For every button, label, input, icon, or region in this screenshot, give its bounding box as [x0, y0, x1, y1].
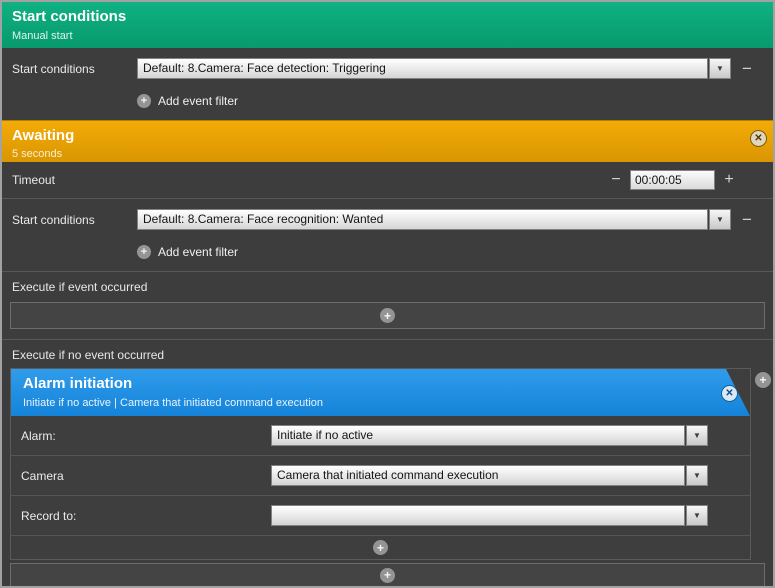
plus-glyph: + — [377, 542, 384, 554]
awaiting-condition-row: Start conditions Default: 8.Camera: Face… — [2, 199, 773, 240]
execute-if-event-label: Execute if event occurred — [2, 271, 773, 300]
add-icon[interactable]: + — [137, 94, 151, 108]
timeout-decrease-button[interactable]: − — [608, 171, 624, 189]
remove-event-filter-button[interactable]: − — [731, 59, 763, 79]
record-to-value — [271, 505, 685, 526]
chevron-down-icon[interactable]: ▼ — [686, 465, 708, 486]
start-conditions-title: Start conditions — [12, 8, 763, 25]
add-event-filter-link[interactable]: Add event filter — [158, 245, 238, 259]
start-condition-row: Start conditions Default: 8.Camera: Face… — [2, 48, 773, 89]
close-icon[interactable]: ✕ — [721, 385, 738, 402]
alarm-initiation-title: Alarm initiation — [23, 375, 740, 392]
chevron-down-icon[interactable]: ▼ — [686, 505, 708, 526]
chevron-down-icon[interactable]: ▼ — [686, 425, 708, 446]
macro-editor-window: Start conditions Manual start Start cond… — [0, 0, 775, 588]
start-conditions-subtitle: Manual start — [12, 30, 763, 42]
record-to-label: Record to: — [21, 509, 271, 523]
record-to-combobox[interactable]: ▼ — [271, 505, 708, 526]
awaiting-header: Awaiting 5 seconds ✕ — [2, 120, 773, 162]
awaiting-condition-value: Default: 8.Camera: Face recognition: Wan… — [137, 209, 708, 230]
add-event-filter-row: + Add event filter — [2, 89, 773, 120]
execute-if-event-dropzone: + — [10, 302, 765, 329]
close-glyph: ✕ — [725, 388, 733, 399]
plus-glyph: + — [759, 374, 766, 386]
camera-label: Camera — [21, 469, 271, 483]
alarm-row: Alarm: Initiate if no active ▼ — [11, 416, 750, 456]
alarm-initiation-card: Alarm initiation Initiate if no active |… — [10, 368, 751, 560]
timeout-increase-button[interactable]: + — [721, 171, 737, 189]
add-action-button[interactable]: + — [380, 308, 395, 323]
timeout-label: Timeout — [12, 173, 608, 187]
execute-if-no-event-label: Execute if no event occurred — [2, 339, 773, 368]
plus-glyph: + — [141, 96, 147, 107]
camera-row: Camera Camera that initiated command exe… — [11, 456, 750, 496]
dropdown-arrow-glyph: ▼ — [693, 511, 701, 520]
camera-value: Camera that initiated command execution — [271, 465, 685, 486]
plus-glyph: + — [384, 569, 391, 581]
alarm-initiation-header: Alarm initiation Initiate if no active |… — [11, 369, 750, 416]
timeout-row: Timeout − + — [2, 162, 773, 199]
chevron-down-icon[interactable]: ▼ — [709, 58, 731, 79]
close-icon[interactable]: ✕ — [750, 130, 767, 147]
awaiting-condition-combobox[interactable]: Default: 8.Camera: Face recognition: Wan… — [137, 209, 731, 230]
camera-combobox[interactable]: Camera that initiated command execution … — [271, 465, 708, 486]
awaiting-start-conditions-label: Start conditions — [12, 213, 137, 227]
alarm-combobox[interactable]: Initiate if no active ▼ — [271, 425, 708, 446]
add-command-dropzone: + — [10, 563, 765, 587]
add-parameter-button[interactable]: + — [373, 540, 388, 555]
start-condition-value: Default: 8.Camera: Face detection: Trigg… — [137, 58, 708, 79]
dropdown-arrow-glyph: ▼ — [716, 64, 724, 73]
start-conditions-header: Start conditions Manual start — [2, 2, 773, 48]
plus-glyph: + — [141, 247, 147, 258]
alarm-label: Alarm: — [21, 429, 271, 443]
dropdown-arrow-glyph: ▼ — [693, 431, 701, 440]
add-event-filter-row: + Add event filter — [2, 240, 773, 271]
remove-event-filter-button[interactable]: − — [731, 210, 763, 230]
alarm-value: Initiate if no active — [271, 425, 685, 446]
timeout-input[interactable] — [630, 170, 715, 190]
awaiting-subtitle: 5 seconds — [12, 148, 763, 160]
start-conditions-label: Start conditions — [12, 62, 137, 76]
close-glyph: ✕ — [754, 133, 762, 144]
record-to-row: Record to: ▼ — [11, 496, 750, 536]
dropdown-arrow-glyph: ▼ — [716, 215, 724, 224]
add-action-button[interactable]: + — [755, 372, 771, 388]
start-conditions-section: Start conditions Default: 8.Camera: Face… — [2, 48, 773, 120]
plus-glyph: + — [384, 310, 391, 322]
add-event-filter-link[interactable]: Add event filter — [158, 94, 238, 108]
alarm-card-wrap: Alarm initiation Initiate if no active |… — [2, 368, 773, 560]
awaiting-title: Awaiting — [12, 127, 763, 144]
card-add-row: + — [11, 536, 750, 559]
dropdown-arrow-glyph: ▼ — [693, 471, 701, 480]
chevron-down-icon[interactable]: ▼ — [709, 209, 731, 230]
start-condition-combobox[interactable]: Default: 8.Camera: Face detection: Trigg… — [137, 58, 731, 79]
add-command-button[interactable]: + — [380, 568, 395, 583]
add-icon[interactable]: + — [137, 245, 151, 259]
alarm-initiation-subtitle: Initiate if no active | Camera that init… — [23, 397, 740, 409]
